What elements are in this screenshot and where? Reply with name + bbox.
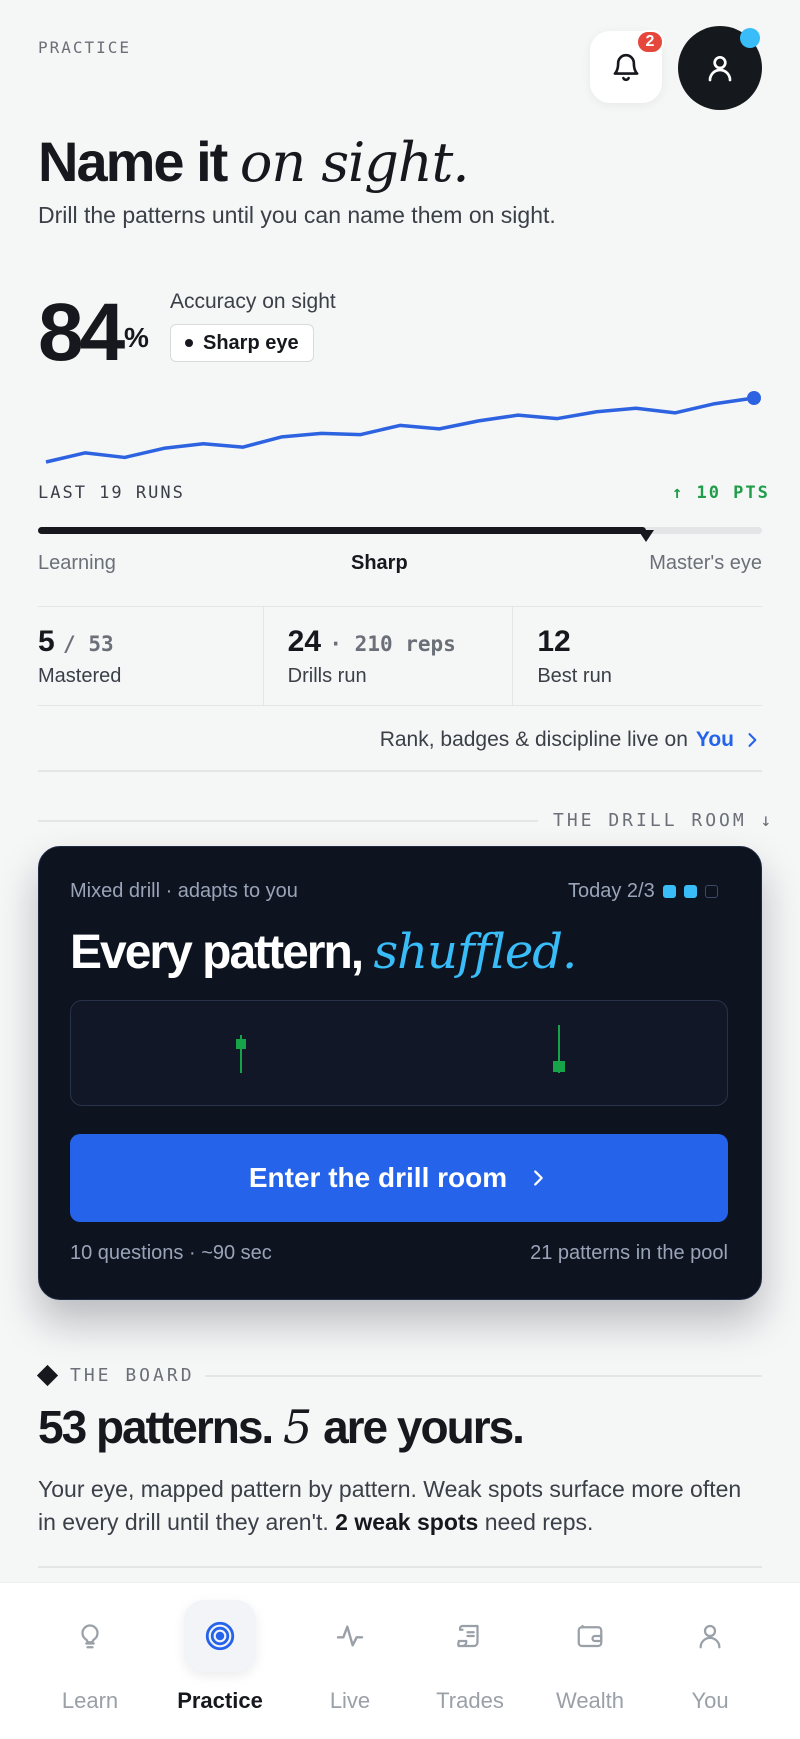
nav-learn[interactable]: Learn <box>30 1600 150 1714</box>
sparkline-endpoint <box>747 391 761 405</box>
nav-live[interactable]: Live <box>290 1600 410 1714</box>
enter-drill-room-button[interactable]: Enter the drill room <box>70 1134 728 1222</box>
bell-icon <box>613 54 639 82</box>
user-icon <box>708 56 732 82</box>
wallet-icon <box>554 1600 626 1672</box>
cta-label: Enter the drill room <box>248 1162 508 1193</box>
progress-square-empty <box>704 885 718 898</box>
stat-best-run: 12 Best run <box>512 607 762 705</box>
divider <box>38 770 762 772</box>
online-indicator <box>740 28 760 48</box>
progress-square-done <box>662 885 676 898</box>
accuracy-unit: % <box>124 322 149 353</box>
board-title: 53 patterns. 5 are yours. <box>38 1400 525 1454</box>
divider <box>38 1566 762 1568</box>
level-progress-fill <box>38 527 646 534</box>
candlestick-preview-icon <box>236 1025 565 1073</box>
drill-title: Every pattern, shuffled. <box>70 924 577 980</box>
section-divider <box>38 820 538 822</box>
section-divider <box>205 1375 762 1377</box>
diamond-icon <box>36 1364 59 1387</box>
runs-label: LAST 19 RUNS <box>38 483 185 503</box>
level-learning: Learning <box>38 552 116 574</box>
sparkline-line <box>45 396 755 464</box>
skill-badge: Sharp eye <box>170 324 314 362</box>
drill-room-section-label: THE DRILL ROOM ↓ <box>553 810 775 831</box>
stat-drills-run: 24 · 210 reps Drills run <box>262 607 513 705</box>
level-masters-eye: Master's eye <box>649 552 762 574</box>
target-icon <box>184 1600 256 1672</box>
daily-progress-label: Today 2/3 <box>568 880 655 902</box>
level-marker <box>638 530 654 542</box>
stat-mastered: 5 / 53 Mastered <box>38 625 122 687</box>
nav-wealth[interactable]: Wealth <box>530 1600 650 1714</box>
rank-link-text: Rank, badges & discipline live on <box>379 728 688 751</box>
nav-you[interactable]: You <box>650 1600 770 1714</box>
chevron-right-icon <box>534 1170 543 1186</box>
badge-dot <box>185 339 193 347</box>
drill-questions: 10 questions · ~90 sec <box>70 1242 272 1264</box>
rank-link-you[interactable]: You <box>696 728 734 752</box>
board-section-label: THE BOARD <box>70 1365 195 1386</box>
progress-square-done <box>683 885 697 898</box>
drill-meta: Mixed drill · adapts to you <box>70 880 298 902</box>
pulse-icon <box>314 1600 386 1672</box>
stats-row: 5 / 53 Mastered 24 · 210 reps Drills run… <box>38 606 762 706</box>
user-icon <box>674 1600 746 1672</box>
nav-practice[interactable]: Practice <box>160 1600 280 1714</box>
points-delta: ↑ 10 PTS <box>672 483 770 503</box>
nav-trades[interactable]: Trades <box>410 1600 530 1714</box>
candle-preview <box>70 1000 728 1106</box>
accuracy-sparkline <box>45 391 761 464</box>
level-sharp: Sharp <box>351 552 408 574</box>
board-description: Your eye, mapped pattern by pattern. Wea… <box>38 1476 742 1535</box>
page-title: Name it on sight. <box>38 130 470 194</box>
accuracy-label: Accuracy on sight <box>170 290 336 313</box>
page-eyebrow: PRACTICE <box>38 38 132 57</box>
chevron-right-icon <box>748 733 757 747</box>
daily-progress: Today 2/3 <box>568 880 718 903</box>
page-subtitle: Drill the patterns until you can name th… <box>38 202 556 228</box>
rank-link[interactable]: Rank, badges & discipline live on You <box>380 728 762 752</box>
scroll-icon <box>434 1600 506 1672</box>
drill-pool: 21 patterns in the pool <box>530 1242 728 1264</box>
accuracy-value: 84 <box>38 287 125 378</box>
notification-badge: 2 <box>636 30 664 54</box>
badge-label: Sharp eye <box>203 331 299 354</box>
lightbulb-icon <box>54 1600 126 1672</box>
